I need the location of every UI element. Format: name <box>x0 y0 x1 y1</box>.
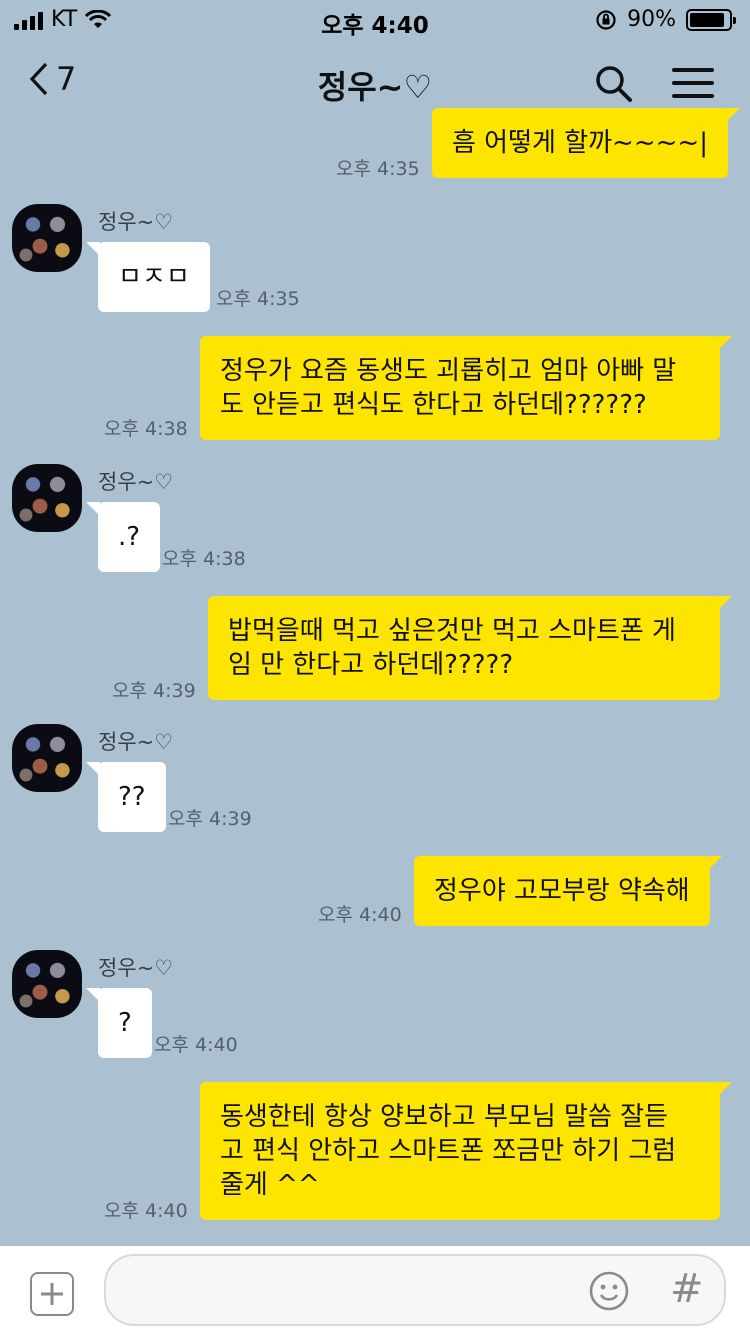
battery-fill <box>690 12 725 27</box>
orientation-lock-icon <box>596 9 616 30</box>
avatar[interactable] <box>12 464 82 532</box>
sender-name: 정우~♡ <box>98 956 174 980</box>
battery-percent: 90% <box>627 7 676 32</box>
message-time: 오후 4:39 <box>168 808 252 830</box>
chat-title: 정우~♡ <box>317 68 433 106</box>
hashtag-icon[interactable]: # <box>670 1266 704 1312</box>
message-text: ㅁㅈㅁ <box>118 262 190 292</box>
sender-name: 정우~♡ <box>98 730 174 754</box>
message-bubble[interactable]: 동생한테 항상 양보하고 부모님 말씀 잘듣 고 편식 안하고 스마트폰 쪼금만… <box>200 1082 732 1220</box>
message-bubble[interactable]: ㅁㅈㅁ <box>86 242 210 312</box>
message-time: 오후 4:39 <box>112 680 196 702</box>
message-text: 흠 어떻게 할까~~~~| <box>452 128 708 158</box>
sender-name: 정우~♡ <box>98 210 174 234</box>
message-time: 오후 4:35 <box>216 288 300 310</box>
message-bubble[interactable]: 밥먹을때 먹고 싶은것만 먹고 스마트폰 게 임 만 한다고 하던데????? <box>208 596 732 700</box>
sender-name: 정우~♡ <box>98 470 174 494</box>
battery-icon <box>686 8 736 31</box>
message-bubble[interactable]: .? <box>85 502 161 572</box>
message-bubble[interactable]: ? <box>86 988 152 1058</box>
avatar[interactable] <box>12 724 82 792</box>
message-text-line: 도 안듣고 편식도 한다고 하던데?????? <box>220 390 647 420</box>
message-input[interactable] <box>104 1254 726 1326</box>
message-text: ?? <box>118 782 146 812</box>
message-text: ? <box>118 1008 132 1038</box>
message-input-bar: # <box>0 1246 750 1334</box>
add-attachment-button[interactable] <box>30 1272 74 1316</box>
avatar[interactable] <box>12 950 82 1018</box>
emoji-icon[interactable] <box>588 1270 630 1312</box>
message-time: 오후 4:40 <box>104 1200 188 1222</box>
message-text-line: 고 편식 안하고 스마트폰 쪼금만 하기 그럼 <box>220 1136 677 1166</box>
message-time: 오후 4:40 <box>154 1034 238 1056</box>
message-bubble[interactable]: 흠 어떻게 할까~~~~| <box>432 108 740 178</box>
message-text-line: 밥먹을때 먹고 싶은것만 먹고 스마트폰 게 <box>228 616 676 646</box>
message-bubble[interactable]: 정우야 고모부랑 약속해 <box>414 856 722 926</box>
message-bubble[interactable]: 정우가 요즘 동생도 괴롭히고 엄마 아빠 말 도 안듣고 편식도 한다고 하던… <box>200 336 732 440</box>
message-text-line: 줄게 ^^ <box>220 1170 320 1200</box>
message-text-line: 정우가 요즘 동생도 괴롭히고 엄마 아빠 말 <box>220 356 677 386</box>
message-text-line: 임 만 한다고 하던데????? <box>228 650 514 680</box>
status-right: 90% <box>595 7 736 32</box>
status-bar: KT 오후 4:40 90% <box>0 0 750 40</box>
message-text: .? <box>118 522 141 552</box>
message-time: 오후 4:35 <box>336 158 420 180</box>
search-icon[interactable] <box>594 64 634 104</box>
message-text: 정우야 고모부랑 약속해 <box>434 876 690 906</box>
avatar[interactable] <box>12 204 82 272</box>
menu-icon[interactable] <box>672 68 714 98</box>
message-time: 오후 4:38 <box>162 548 246 570</box>
message-time: 오후 4:40 <box>318 904 402 926</box>
message-text-line: 동생한테 항상 양보하고 부모님 말씀 잘듣 <box>220 1102 668 1132</box>
message-time: 오후 4:38 <box>104 418 188 440</box>
message-bubble[interactable]: ?? <box>86 762 166 832</box>
